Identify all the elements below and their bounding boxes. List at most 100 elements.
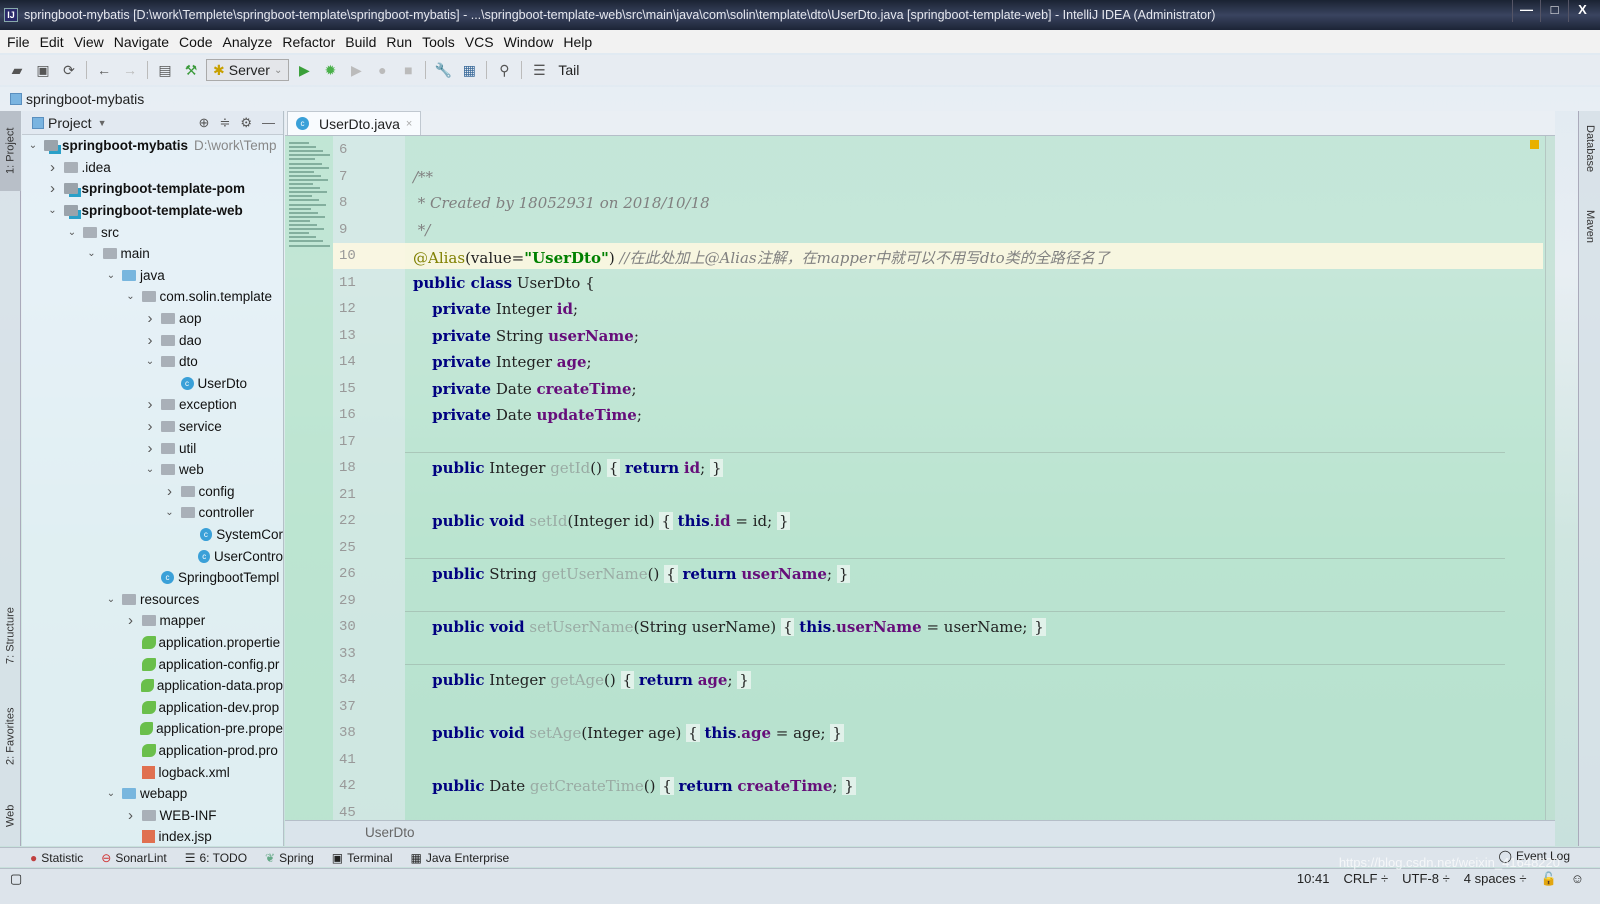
open-icon[interactable]: ▰ [6, 59, 28, 81]
chevron-down-icon[interactable]: ⌄ [124, 291, 138, 302]
chevron-down-icon[interactable]: ⌄ [46, 205, 60, 216]
code-line[interactable]: public Date getCreateTime() { return cre… [413, 777, 856, 795]
tree-item[interactable]: › springboot-template-pom [22, 178, 283, 200]
chevron-down-icon[interactable]: ⌄ [104, 270, 118, 281]
chevron-right-icon[interactable]: › [46, 159, 60, 176]
tree-item[interactable]: application.propertie [22, 632, 283, 654]
tool-terminal[interactable]: ▣ Terminal [332, 851, 393, 865]
tree-item[interactable]: index.jsp [22, 826, 283, 848]
chevron-down-icon[interactable]: ⌄ [65, 227, 79, 238]
chevron-down-icon[interactable]: ▼ [98, 118, 107, 128]
menu-window[interactable]: Window [499, 34, 559, 50]
gear-icon[interactable]: ⚙ [240, 115, 252, 131]
code-line[interactable]: public void setUserName(String userName)… [413, 618, 1046, 636]
tree-item[interactable]: application-prod.pro [22, 740, 283, 762]
tree-item[interactable]: ⌄ dto [22, 351, 283, 373]
code-line[interactable]: private Date createTime; [413, 380, 637, 398]
run-coverage-icon[interactable]: ▶ [345, 59, 367, 81]
tool-statistic[interactable]: ● Statistic [30, 851, 83, 865]
chevron-right-icon[interactable]: › [143, 440, 157, 457]
chevron-right-icon[interactable]: › [124, 612, 138, 629]
back-icon[interactable]: ← [93, 59, 115, 81]
tree-item[interactable]: c SystemCor [22, 524, 283, 546]
settings-icon[interactable]: 🔧 [432, 59, 454, 81]
hide-icon[interactable]: — [262, 115, 275, 131]
vertical-scrollbar[interactable] [1545, 136, 1555, 820]
code-line[interactable]: @Alias(value="UserDto") //在此处加上@Alias注解，… [413, 247, 1110, 268]
tool-sonarlint[interactable]: ⊖ SonarLint [101, 851, 166, 865]
run-config-select[interactable]: ✱ Server ⌄ [206, 59, 290, 81]
tab-favorites[interactable]: 2: Favorites [0, 691, 21, 781]
tab-maven[interactable]: Maven [1579, 206, 1600, 266]
minimize-button[interactable]: — [1512, 0, 1540, 22]
code-line[interactable]: public String getUserName() { return use… [413, 565, 851, 583]
chevron-right-icon[interactable]: › [163, 483, 177, 500]
tree-item[interactable]: › exception [22, 394, 283, 416]
chevron-right-icon[interactable]: › [124, 807, 138, 824]
code-line[interactable]: private Integer age; [413, 353, 592, 371]
code-line[interactable]: */ [413, 221, 431, 239]
tree-item[interactable]: › service [22, 416, 283, 438]
tab-project[interactable]: 1: Project [0, 111, 21, 191]
tree-item[interactable]: application-pre.prope [22, 718, 283, 740]
sdk-icon[interactable]: ▦ [458, 59, 480, 81]
tool-spring[interactable]: ❦ Spring [265, 851, 314, 865]
tail-button[interactable]: Tail [558, 62, 579, 78]
tree-item[interactable]: application-config.pr [22, 653, 283, 675]
caret-position[interactable]: 10:41 [1297, 871, 1330, 887]
menu-run[interactable]: Run [381, 34, 417, 50]
sync-icon[interactable]: ⟳ [58, 59, 80, 81]
code-line[interactable]: private Integer id; [413, 300, 578, 318]
debug-icon[interactable]: ✹ [319, 59, 341, 81]
tree-item[interactable]: › config [22, 481, 283, 503]
tree-item[interactable]: logback.xml [22, 761, 283, 783]
maximize-button[interactable]: □ [1540, 0, 1568, 22]
build-icon[interactable]: ⚒ [180, 59, 202, 81]
tree-item[interactable]: ⌄ resources [22, 588, 283, 610]
menu-code[interactable]: Code [174, 34, 217, 50]
vcs-icon[interactable]: ☰ [528, 59, 550, 81]
chevron-down-icon[interactable]: ⌄ [26, 140, 40, 151]
code-line[interactable]: /** [413, 168, 433, 186]
tree-item[interactable]: application-data.prop [22, 675, 283, 697]
menu-edit[interactable]: Edit [35, 34, 69, 50]
tool-java-enterprise[interactable]: ▦ Java Enterprise [411, 851, 510, 865]
menu-navigate[interactable]: Navigate [109, 34, 174, 50]
tree-item[interactable]: ⌄ com.solin.template [22, 286, 283, 308]
chevron-down-icon[interactable]: ⌄ [143, 464, 157, 475]
code-line[interactable]: public Integer getId() { return id; } [413, 459, 724, 477]
chevron-down-icon[interactable]: ⌄ [163, 507, 177, 518]
tree-item[interactable]: ⌄ springboot-template-web [22, 200, 283, 222]
minimap[interactable] [285, 136, 333, 820]
analysis-marker-icon[interactable] [1530, 140, 1539, 149]
menu-tools[interactable]: Tools [417, 34, 460, 50]
tab-structure[interactable]: 7: Structure [0, 591, 21, 681]
tree-item[interactable]: ⌄ java [22, 265, 283, 287]
forward-icon[interactable]: → [119, 59, 141, 81]
indent-setting[interactable]: 4 spaces ÷ [1464, 871, 1527, 887]
nav-project[interactable]: springboot-mybatis [26, 91, 144, 107]
tab-database[interactable]: Database [1579, 121, 1600, 191]
code-line[interactable]: public void setAge(Integer age) { this.a… [413, 724, 844, 742]
chevron-down-icon[interactable]: ⌄ [143, 356, 157, 367]
toggle-tool-windows-icon[interactable]: ▢ [10, 871, 22, 887]
chevron-down-icon[interactable]: ⌄ [104, 788, 118, 799]
lock-icon[interactable]: 🔓 [1541, 871, 1557, 887]
tree-item[interactable]: › dao [22, 329, 283, 351]
chevron-right-icon[interactable]: › [143, 310, 157, 327]
tree-item[interactable]: ⌄ webapp [22, 783, 283, 805]
tree-item[interactable]: application-dev.prop [22, 696, 283, 718]
tree-item[interactable]: ⌄ controller [22, 502, 283, 524]
tree-item[interactable]: › aop [22, 308, 283, 330]
tree-item[interactable]: ⌄ springboot-mybatis D:\work\Temp [22, 135, 283, 157]
save-icon[interactable]: ▣ [32, 59, 54, 81]
stop-icon[interactable]: ■ [397, 59, 419, 81]
tree-item[interactable]: ⌄ main [22, 243, 283, 265]
menu-file[interactable]: File [2, 34, 35, 50]
code-line[interactable]: public void setId(Integer id) { this.id … [413, 512, 791, 530]
tree-item[interactable]: c UserContro [22, 545, 283, 567]
chevron-down-icon[interactable]: ⌄ [104, 594, 118, 605]
profile-icon[interactable]: ● [371, 59, 393, 81]
inspector-icon[interactable]: ☺ [1571, 871, 1584, 887]
collapse-all-icon[interactable]: ≑ [219, 115, 230, 131]
